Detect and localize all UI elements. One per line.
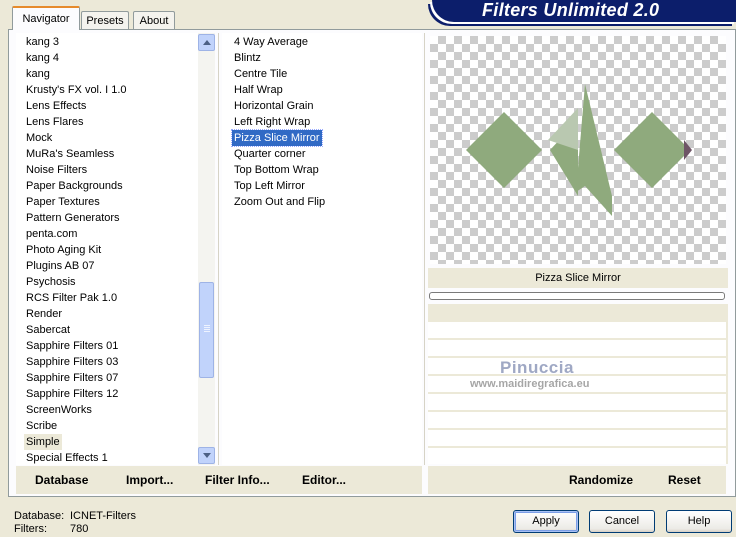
filter-item[interactable]: Zoom Out and Flip bbox=[232, 194, 327, 210]
category-item[interactable]: Plugins AB 07 bbox=[24, 258, 97, 274]
watermark-url: www.maidiregrafica.eu bbox=[470, 378, 590, 390]
center-right-slice bbox=[576, 84, 612, 216]
param-row bbox=[428, 448, 726, 464]
param-row bbox=[428, 412, 726, 428]
filter-item[interactable]: Pizza Slice Mirror bbox=[231, 129, 323, 147]
preview-filter-name: Pizza Slice Mirror bbox=[428, 268, 728, 288]
center-hatch-shape bbox=[548, 108, 578, 150]
param-row bbox=[428, 394, 726, 410]
apply-button[interactable]: Apply bbox=[513, 510, 579, 533]
help-button[interactable]: Help bbox=[666, 510, 732, 533]
category-item[interactable]: Psychosis bbox=[24, 274, 78, 290]
filters-count: 780 bbox=[70, 523, 89, 535]
category-item[interactable]: Sapphire Filters 12 bbox=[24, 386, 120, 402]
category-list[interactable]: kang 3 kang 4 kang Krusty's FX vol. I 1.0 Le… bbox=[16, 33, 198, 465]
filter-list[interactable]: 4 Way Average Blintz Centre Tile Half Wrap H… bbox=[222, 33, 422, 465]
category-item[interactable]: Sabercat bbox=[24, 322, 72, 338]
filter-item[interactable]: Top Bottom Wrap bbox=[232, 162, 321, 178]
category-item[interactable]: Scribe bbox=[24, 418, 59, 434]
category-item[interactable]: Sapphire Filters 01 bbox=[24, 338, 120, 354]
filters-label: Filters: bbox=[14, 523, 47, 535]
chevron-up-icon bbox=[203, 40, 211, 45]
randomize-button[interactable]: Randomize bbox=[569, 473, 633, 487]
category-item[interactable]: Pattern Generators bbox=[24, 210, 122, 226]
category-item[interactable]: Paper Backgrounds bbox=[24, 178, 125, 194]
left-diamond-shape bbox=[466, 112, 542, 188]
filter-item[interactable]: Horizontal Grain bbox=[232, 98, 315, 114]
category-item[interactable]: Sapphire Filters 03 bbox=[24, 354, 120, 370]
filter-info-button[interactable]: Filter Info... bbox=[205, 473, 270, 487]
cancel-button[interactable]: Cancel bbox=[589, 510, 655, 533]
app-title: Filters Unlimited 2.0 bbox=[482, 0, 660, 20]
param-row bbox=[428, 358, 726, 374]
right-accent-shape bbox=[684, 140, 692, 160]
category-item[interactable]: RCS Filter Pak 1.0 bbox=[24, 290, 119, 306]
filter-preview bbox=[430, 36, 726, 264]
preview-image bbox=[466, 84, 692, 216]
progress-bar bbox=[429, 292, 725, 300]
right-toolbar: Randomize Reset bbox=[428, 466, 726, 494]
database-value: ICNET-Filters bbox=[70, 510, 136, 522]
category-item[interactable]: Lens Effects bbox=[24, 98, 88, 114]
category-item[interactable]: Mock bbox=[24, 130, 54, 146]
category-item[interactable]: Simple bbox=[24, 434, 62, 450]
editor-button[interactable]: Editor... bbox=[302, 473, 346, 487]
database-label: Database: bbox=[14, 510, 65, 522]
filter-item[interactable]: Centre Tile bbox=[232, 66, 289, 82]
category-item[interactable]: Photo Aging Kit bbox=[24, 242, 103, 258]
filter-item[interactable]: Left Right Wrap bbox=[232, 114, 312, 130]
filter-item[interactable]: Top Left Mirror bbox=[232, 178, 307, 194]
category-item[interactable]: Krusty's FX vol. I 1.0 bbox=[24, 82, 129, 98]
category-item[interactable]: Paper Textures bbox=[24, 194, 102, 210]
tab-about[interactable]: About bbox=[133, 11, 175, 29]
filter-item[interactable]: 4 Way Average bbox=[232, 34, 310, 50]
filter-item[interactable]: Blintz bbox=[232, 50, 263, 66]
param-row bbox=[428, 340, 726, 356]
chevron-down-icon bbox=[203, 453, 211, 458]
category-item[interactable]: Special Effects 1 bbox=[24, 450, 110, 465]
category-item[interactable]: penta.com bbox=[24, 226, 79, 242]
preview-divider bbox=[424, 33, 425, 465]
list-divider bbox=[218, 33, 219, 465]
category-item[interactable]: Lens Flares bbox=[24, 114, 85, 130]
scroll-down-button[interactable] bbox=[198, 447, 215, 464]
filter-item[interactable]: Half Wrap bbox=[232, 82, 285, 98]
category-item[interactable]: MuRa's Seamless bbox=[24, 146, 116, 162]
category-item[interactable]: kang 3 bbox=[24, 34, 61, 50]
category-item[interactable]: Render bbox=[24, 306, 64, 322]
right-diamond-shape bbox=[614, 112, 690, 188]
category-item[interactable]: kang bbox=[24, 66, 52, 82]
category-item[interactable]: ScreenWorks bbox=[24, 402, 94, 418]
reset-button[interactable]: Reset bbox=[668, 473, 701, 487]
database-button[interactable]: Database bbox=[35, 473, 88, 487]
category-item[interactable]: Noise Filters bbox=[24, 162, 89, 178]
watermark-name: Pinuccia bbox=[500, 358, 574, 377]
tab-presets[interactable]: Presets bbox=[81, 11, 129, 29]
filter-item[interactable]: Quarter corner bbox=[232, 146, 308, 162]
scroll-thumb[interactable] bbox=[199, 282, 214, 378]
category-scrollbar[interactable] bbox=[198, 33, 215, 465]
param-row bbox=[428, 430, 726, 446]
import-button[interactable]: Import... bbox=[126, 473, 173, 487]
category-item[interactable]: Sapphire Filters 07 bbox=[24, 370, 120, 386]
left-toolbar: Database Import... Filter Info... Editor… bbox=[16, 466, 422, 494]
scroll-up-button[interactable] bbox=[198, 34, 215, 51]
param-row bbox=[428, 322, 726, 338]
category-item[interactable]: kang 4 bbox=[24, 50, 61, 66]
tab-navigator[interactable]: Navigator bbox=[12, 6, 80, 30]
